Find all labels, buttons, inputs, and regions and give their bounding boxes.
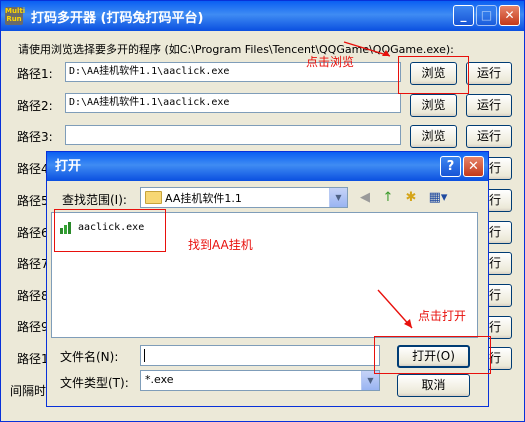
filetype-label: 文件类型(T): [60, 376, 129, 390]
path6-label: 路径6 [17, 226, 49, 240]
arrow-to-browse [343, 41, 391, 57]
path4-label: 路径4 [17, 162, 49, 176]
filename-input[interactable] [140, 345, 380, 366]
window-title: 打码多开器 (打码兔打码平台) [31, 10, 204, 26]
highlight-file-box [54, 209, 166, 252]
look-in-label: 查找范围(I): [62, 193, 127, 207]
annotation-click-open: 点击打开 [418, 309, 467, 323]
run1-button[interactable]: 运行 [466, 62, 512, 85]
app-icon: Multi Run [5, 7, 26, 25]
dialog-title: 打开 [55, 159, 82, 174]
path8-label: 路径8 [17, 289, 49, 303]
annotation-find-aa: 找到AA挂机 [188, 238, 253, 252]
run2-button[interactable]: 运行 [466, 94, 512, 117]
dialog-titlebar[interactable]: 打开 [47, 152, 488, 181]
highlight-open-box [374, 336, 491, 374]
filename-label: 文件名(N): [60, 350, 119, 364]
close-button[interactable]: ✕ [499, 5, 520, 26]
new-folder-icon[interactable]: ✱ [402, 189, 420, 207]
filetype-value: *.exe [145, 373, 174, 386]
path1-label: 路径1: [17, 67, 53, 81]
path9-label: 路径9 [17, 320, 49, 334]
main-titlebar[interactable]: Multi Run 打码多开器 (打码兔打码平台) _ □ ✕ [1, 1, 524, 31]
run3-button[interactable]: 运行 [466, 125, 512, 148]
cancel-button[interactable]: 取消 [397, 374, 470, 397]
look-in-combo[interactable]: AA挂机软件1.1 ▼ [140, 187, 348, 208]
browse2-button[interactable]: 浏览 [410, 94, 457, 117]
minimize-button[interactable]: _ [453, 5, 474, 26]
look-in-value: AA挂机软件1.1 [165, 192, 242, 205]
up-folder-icon[interactable]: ↑ [379, 189, 397, 207]
browse3-button[interactable]: 浏览 [410, 125, 457, 148]
dialog-help-button[interactable]: ? [440, 156, 461, 177]
maximize-button[interactable]: □ [476, 5, 497, 26]
view-menu-icon[interactable]: ▦▾ [426, 189, 450, 207]
arrow-to-open [377, 289, 413, 329]
path3-input[interactable] [65, 125, 401, 145]
path7-label: 路径7 [17, 257, 49, 271]
highlight-browse-box [398, 56, 469, 94]
interval-label: 间隔时 [10, 384, 47, 398]
text-cursor [144, 349, 145, 362]
chevron-down-icon[interactable]: ▼ [329, 188, 347, 207]
path3-label: 路径3: [17, 130, 53, 144]
path2-input[interactable]: D:\AA挂机软件1.1\aaclick.exe [65, 93, 401, 113]
filetype-combo[interactable]: *.exe ▼ [140, 370, 380, 391]
back-icon[interactable]: ◀ [356, 189, 374, 207]
path2-label: 路径2: [17, 99, 53, 113]
path5-label: 路径5 [17, 194, 49, 208]
dialog-close-button[interactable]: ✕ [463, 156, 484, 177]
folder-icon [145, 191, 162, 204]
